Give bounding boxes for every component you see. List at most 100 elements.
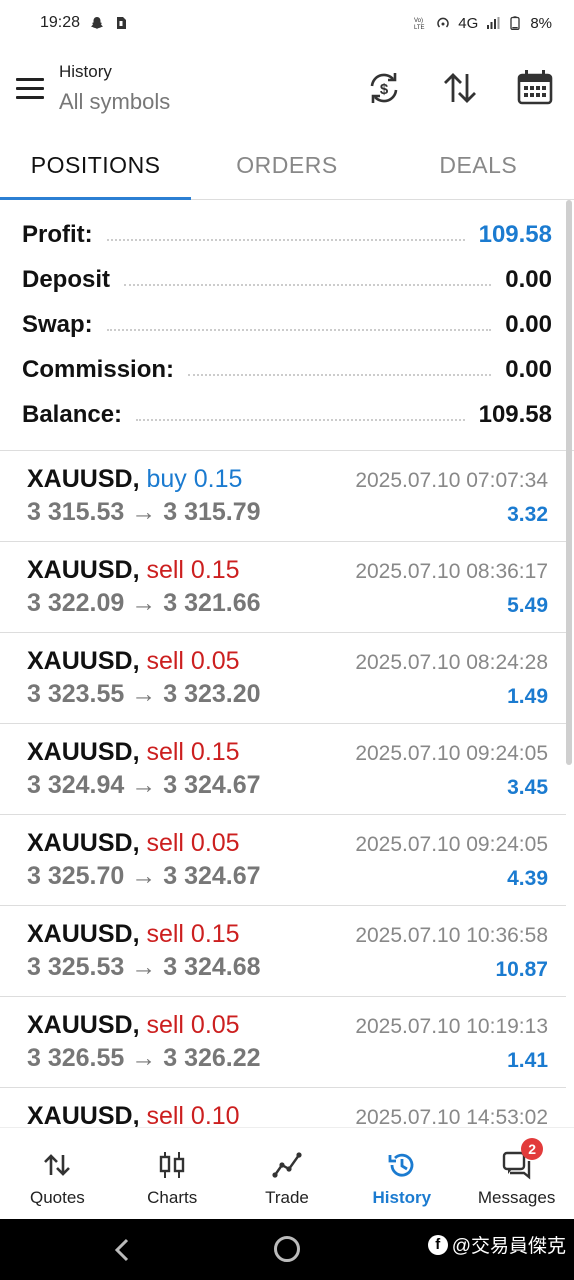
- volte-icon: Vo)LTE: [414, 18, 425, 30]
- scrollbar[interactable]: [566, 200, 572, 765]
- snapchat-icon: [91, 17, 104, 29]
- list-item[interactable]: XAUUSD, buy 0.15 3 315.53 → 3 315.79 202…: [0, 451, 566, 542]
- nav-label: Quotes: [29, 1188, 85, 1207]
- history-icon: [388, 1153, 414, 1177]
- list-item[interactable]: XAUUSD, sell 0.05 3 326.55 → 3 326.22 20…: [0, 997, 566, 1088]
- currency-exchange-icon[interactable]: $: [364, 68, 404, 108]
- dotted-leader: [106, 328, 492, 331]
- deal-close-price: 3 324.67: [163, 862, 261, 890]
- calendar-icon[interactable]: [515, 68, 555, 108]
- dotted-leader: [136, 418, 465, 421]
- page-title: History: [59, 62, 112, 81]
- deal-close-price: 3 323.20: [163, 680, 261, 708]
- charts-icon: [159, 1152, 185, 1178]
- symbol-filter[interactable]: All symbols: [59, 89, 170, 115]
- svg-text:$: $: [380, 81, 389, 98]
- deal-profit: 1.49: [507, 685, 548, 708]
- tab-positions[interactable]: POSITIONS: [0, 138, 192, 200]
- deal-time: 2025.07.10 08:36:17: [355, 560, 548, 583]
- deal-close-price: 3 324.67: [163, 771, 261, 799]
- deal-close-price: 3 324.68: [163, 953, 261, 981]
- arrow-icon: →: [131, 862, 157, 890]
- deal-side: sell 0.15: [146, 738, 240, 766]
- deal-symbol: XAUUSD,: [27, 465, 140, 493]
- dotted-leader: [106, 238, 465, 241]
- network-type: 4G: [458, 14, 479, 32]
- watermark-text: @交易員傑克: [451, 1236, 566, 1257]
- svg-text:Vo): Vo): [414, 18, 423, 24]
- watermark: f @交易員傑克: [427, 1231, 566, 1258]
- deal-profit: 5.49: [507, 594, 548, 617]
- deal-close-price: 3 315.79: [163, 498, 261, 526]
- sort-icon[interactable]: [440, 68, 480, 108]
- deal-close-price: 3 321.66: [163, 589, 261, 617]
- arrow-icon: →: [131, 498, 157, 526]
- nav-trade[interactable]: Trade: [230, 1128, 345, 1219]
- balance-value: 109.58: [478, 400, 552, 428]
- deal-side: sell 0.15: [146, 556, 240, 584]
- profit-label: Profit:: [22, 220, 93, 248]
- deposit-label: Deposit: [22, 265, 111, 293]
- deal-time: 2025.07.10 08:24:28: [355, 651, 548, 674]
- swap-row: Swap: 0.00: [0, 302, 574, 347]
- deal-time: 2025.07.10 07:07:34: [355, 469, 548, 492]
- list-item[interactable]: XAUUSD, sell 0.15 3 325.53 → 3 324.68 20…: [0, 906, 566, 997]
- status-time: 19:28: [40, 14, 81, 31]
- nav-messages[interactable]: 2 Messages: [459, 1128, 574, 1219]
- list-item[interactable]: XAUUSD, sell 0.15 3 324.94 → 3 324.67 20…: [0, 724, 566, 815]
- nav-quotes[interactable]: Quotes: [0, 1128, 115, 1219]
- signal-icon: [487, 17, 500, 29]
- deal-open-price: 3 315.53: [27, 498, 125, 526]
- list-item[interactable]: XAUUSD, sell 0.05 3 325.70 → 3 324.67 20…: [0, 815, 566, 906]
- battery-icon: [510, 16, 520, 30]
- profit-row: Profit: 109.58: [0, 212, 574, 257]
- deal-profit: 10.87: [495, 958, 548, 981]
- deal-open-price: 3 326.55: [27, 1044, 125, 1072]
- deals-list: XAUUSD, buy 0.15 3 315.53 → 3 315.79 202…: [0, 451, 566, 1179]
- tab-deals[interactable]: DEALS: [383, 138, 574, 199]
- deal-symbol: XAUUSD,: [27, 829, 140, 857]
- arrow-icon: →: [131, 589, 157, 617]
- dotted-leader: [188, 373, 492, 376]
- swap-value: 0.00: [505, 310, 552, 338]
- deal-time: 2025.07.10 10:36:58: [355, 924, 548, 947]
- home-icon[interactable]: [274, 1236, 300, 1262]
- commission-row: Commission: 0.00: [0, 347, 574, 392]
- nav-charts[interactable]: Charts: [115, 1128, 230, 1219]
- arrow-icon: →: [131, 1044, 157, 1072]
- deal-time: 2025.07.10 09:24:05: [355, 742, 548, 765]
- nav-label: Charts: [147, 1188, 198, 1207]
- deal-side: sell 0.05: [146, 1011, 240, 1039]
- system-nav-bar: f @交易員傑克: [0, 1219, 574, 1280]
- deal-profit: 3.45: [507, 776, 548, 799]
- deposit-row: Deposit 0.00: [0, 257, 574, 302]
- deal-symbol: XAUUSD,: [27, 738, 140, 766]
- deal-open-price: 3 323.55: [27, 680, 125, 708]
- commission-value: 0.00: [505, 355, 552, 383]
- tab-orders[interactable]: ORDERS: [191, 138, 382, 199]
- nav-label: History: [372, 1188, 432, 1207]
- deal-profit: 1.41: [507, 1049, 548, 1072]
- list-item[interactable]: XAUUSD, sell 0.15 3 322.09 → 3 321.66 20…: [0, 542, 566, 633]
- summary-panel: Profit: 109.58 Deposit 0.00 Swap: 0.00 C…: [0, 212, 574, 451]
- svg-text:LTE: LTE: [414, 25, 425, 30]
- list-item[interactable]: XAUUSD, sell 0.05 3 323.55 → 3 323.20 20…: [0, 633, 566, 724]
- nav-history[interactable]: History: [344, 1128, 459, 1219]
- back-icon[interactable]: [112, 1237, 132, 1263]
- deal-time: 2025.07.10 10:19:13: [355, 1015, 548, 1038]
- deposit-value: 0.00: [505, 265, 552, 293]
- deal-profit: 4.39: [507, 867, 548, 890]
- deal-symbol: XAUUSD,: [27, 920, 140, 948]
- commission-label: Commission:: [22, 355, 175, 383]
- deal-open-price: 3 325.53: [27, 953, 125, 981]
- balance-label: Balance:: [22, 400, 123, 428]
- deal-symbol: XAUUSD,: [27, 1102, 140, 1130]
- arrow-icon: →: [131, 680, 157, 708]
- deal-side: sell 0.05: [146, 647, 240, 675]
- nav-label: Trade: [265, 1188, 309, 1207]
- profit-value: 109.58: [478, 220, 552, 248]
- deal-side: sell 0.15: [146, 920, 240, 948]
- deal-symbol: XAUUSD,: [27, 1011, 140, 1039]
- menu-icon[interactable]: [16, 78, 44, 100]
- bottom-nav: Quotes Charts Trade History 2 Messages: [0, 1127, 574, 1219]
